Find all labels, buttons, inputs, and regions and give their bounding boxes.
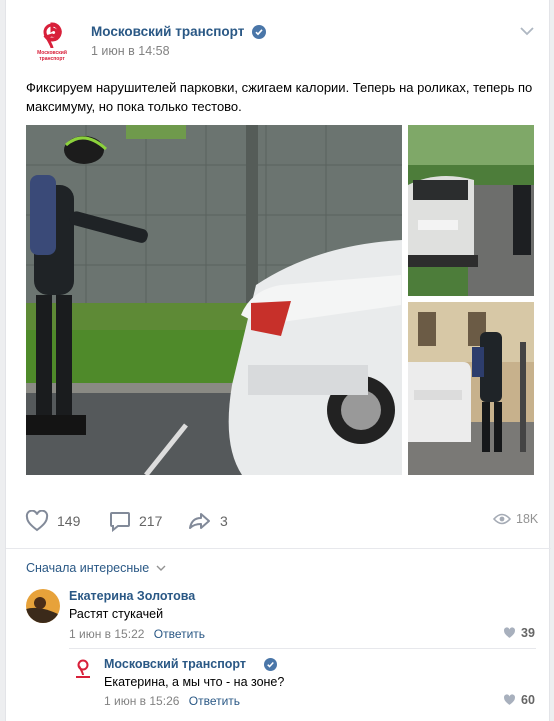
chevron-down-icon: [156, 565, 166, 571]
avatar-photo: [26, 589, 60, 623]
photo-skater-suv: [408, 302, 534, 475]
comment-date[interactable]: 1 июн в 15:22: [69, 627, 144, 641]
comment-author[interactable]: Екатерина Золотова: [69, 589, 195, 603]
reply-button[interactable]: Ответить: [154, 627, 205, 641]
comment-like-button[interactable]: 39: [503, 626, 535, 640]
reply-like-count: 60: [521, 693, 535, 707]
comment-count: 217: [139, 513, 163, 529]
photo-rollerblader-car: [26, 125, 402, 475]
reply-button[interactable]: Ответить: [189, 694, 240, 708]
community-avatar[interactable]: Московский транспорт: [28, 18, 76, 66]
post-divider: [6, 548, 551, 549]
reply-meta: 1 июн в 15:26 Ответить: [104, 694, 240, 708]
eye-icon: [493, 513, 511, 525]
heart-icon: [25, 510, 49, 532]
post-text: Фиксируем нарушителей парковки, сжигаем …: [26, 80, 533, 114]
reply-text: Екатерина, а мы что - на зоне?: [104, 675, 285, 689]
comments-sort-label: Сначала интересные: [26, 561, 150, 575]
comment-icon: [110, 512, 130, 532]
chevron-down-icon[interactable]: [520, 26, 534, 36]
photo-mini-car: [408, 125, 534, 296]
heart-icon: [504, 627, 515, 638]
share-count: 3: [220, 513, 228, 529]
reply-date[interactable]: 1 июн в 15:26: [104, 694, 179, 708]
reply-author[interactable]: Московский транспорт: [104, 657, 246, 671]
comment-text: Растят стукачей: [69, 607, 164, 621]
views-count: 18K: [516, 512, 539, 526]
metro-logo: [70, 656, 96, 682]
comment-avatar[interactable]: [26, 589, 60, 623]
reply-avatar[interactable]: [70, 656, 96, 682]
comment-meta: 1 июн в 15:22 Ответить: [69, 627, 205, 641]
reply-like-button[interactable]: 60: [503, 693, 535, 707]
verified-icon: [264, 658, 277, 671]
like-button[interactable]: 149: [25, 510, 80, 532]
metro-logo: Московский транспорт: [28, 18, 76, 66]
like-count: 149: [57, 513, 81, 529]
heart-icon: [504, 694, 515, 705]
share-icon: [189, 513, 210, 529]
logo-text-2: транспорт: [39, 56, 65, 62]
comment-like-count: 39: [521, 626, 535, 640]
post-card: Московский транспорт Московский транспор…: [5, 0, 551, 721]
views-counter: 18K: [493, 512, 538, 526]
comments-sort[interactable]: Сначала интересные: [26, 561, 166, 575]
verified-icon: [252, 25, 266, 39]
post-photo-2[interactable]: [408, 125, 534, 296]
post-date[interactable]: 1 июн в 14:58: [91, 44, 170, 58]
share-button[interactable]: 3: [188, 510, 228, 532]
post-photo-3[interactable]: [408, 302, 534, 475]
post-photo-main[interactable]: [26, 125, 402, 475]
comment-divider: [69, 648, 536, 649]
comment-button[interactable]: 217: [109, 510, 162, 532]
post-author[interactable]: Московский транспорт: [91, 24, 244, 39]
logo-text-1: Московский: [37, 49, 67, 56]
